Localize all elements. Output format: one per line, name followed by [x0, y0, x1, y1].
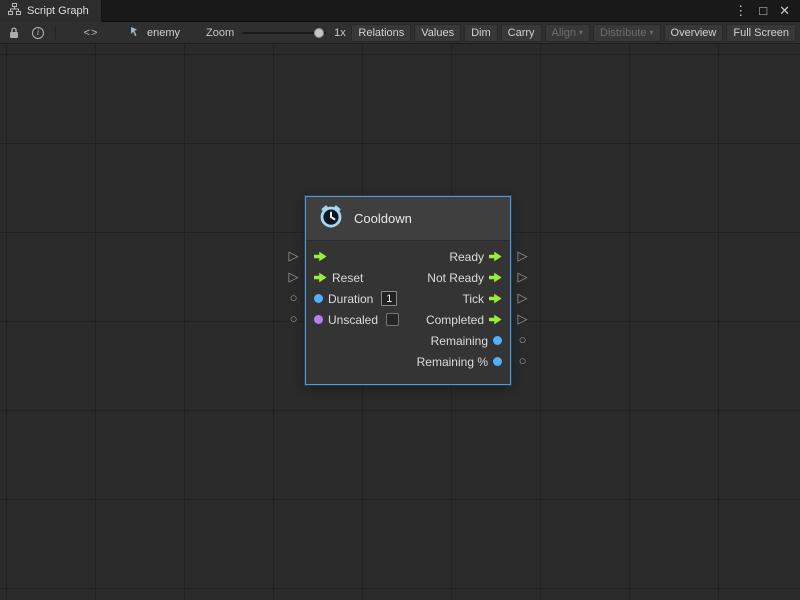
graph-toolbar: i <> enemy Zoom 1x Relations — [0, 22, 800, 44]
values-button[interactable]: Values — [414, 24, 461, 42]
value-port-icon — [493, 336, 502, 345]
carry-button[interactable]: Carry — [501, 24, 542, 42]
boolean-port-icon — [314, 315, 323, 324]
graph-breadcrumb[interactable]: enemy — [130, 26, 180, 40]
node-header[interactable]: Cooldown — [306, 197, 510, 241]
script-graph-window: Script Graph ⋮ □ ✕ i <> — [0, 0, 800, 600]
overview-button[interactable]: Overview — [664, 24, 724, 42]
port-label: Remaining — [431, 334, 488, 348]
port-label: Completed — [426, 313, 484, 327]
flow-port-icon — [489, 293, 502, 304]
port-not-ready[interactable]: Not Ready — [414, 267, 505, 288]
flow-port-icon — [489, 314, 502, 325]
flow-input-connector[interactable]: ▷ — [287, 270, 300, 283]
unscaled-checkbox[interactable] — [386, 313, 399, 326]
dim-button[interactable]: Dim — [464, 24, 498, 42]
alarm-clock-icon — [318, 203, 344, 234]
zoom-slider-handle[interactable] — [314, 28, 324, 38]
maximize-icon[interactable]: □ — [759, 4, 767, 17]
tab-title: Script Graph — [27, 5, 89, 17]
port-label: Not Ready — [427, 271, 484, 285]
flow-input-connector[interactable]: ▷ — [287, 249, 300, 262]
port-label: Remaining % — [417, 355, 488, 369]
info-icon[interactable]: i — [27, 24, 49, 42]
value-output-connector[interactable]: ○ — [516, 333, 529, 346]
port-reset[interactable]: Reset — [311, 267, 402, 288]
port-unscaled[interactable]: Unscaled — [311, 309, 402, 330]
zoom-slider[interactable] — [242, 32, 326, 34]
titlebar: Script Graph ⋮ □ ✕ — [0, 0, 800, 22]
value-input-connector[interactable]: ○ — [287, 291, 300, 304]
graph-name-label: enemy — [147, 27, 180, 39]
relations-button[interactable]: Relations — [351, 24, 411, 42]
align-dropdown[interactable]: Align ▾ — [545, 24, 590, 42]
code-icon[interactable]: <> — [80, 24, 102, 42]
zoom-label: Zoom — [206, 27, 234, 39]
script-graph-icon — [8, 3, 21, 18]
flow-output-connector[interactable]: ▷ — [516, 291, 529, 304]
value-output-connector[interactable]: ○ — [516, 354, 529, 367]
node-title: Cooldown — [354, 211, 412, 226]
port-ready[interactable]: Ready — [414, 246, 505, 267]
port-label: Ready — [449, 250, 484, 264]
flow-output-connector[interactable]: ▷ — [516, 270, 529, 283]
duration-field[interactable] — [381, 291, 397, 306]
port-remaining-percent[interactable]: Remaining % — [414, 351, 505, 372]
port-duration[interactable]: Duration — [311, 288, 402, 309]
port-label: Duration — [328, 292, 373, 306]
chevron-down-icon: ▾ — [579, 29, 583, 37]
kebab-menu-icon[interactable]: ⋮ — [734, 4, 747, 17]
lock-icon[interactable] — [3, 24, 25, 42]
flow-output-connector[interactable]: ▷ — [516, 249, 529, 262]
node-ports: Reset Duration Unscaled — [306, 241, 510, 384]
chevron-down-icon: ▾ — [650, 29, 654, 37]
flow-port-icon — [314, 251, 327, 262]
graph-asset-icon — [130, 26, 142, 40]
window-controls: ⋮ □ ✕ — [734, 4, 800, 17]
port-invoke[interactable] — [311, 246, 402, 267]
graph-canvas[interactable]: ▷ ▷ ○ ○ ▷ ▷ ▷ ▷ ○ ○ — [0, 44, 800, 600]
port-remaining[interactable]: Remaining — [414, 330, 505, 351]
flow-port-icon — [314, 272, 327, 283]
tab-script-graph[interactable]: Script Graph — [0, 0, 102, 22]
flow-port-icon — [489, 251, 502, 262]
value-port-icon — [314, 294, 323, 303]
zoom-value: 1x — [334, 27, 346, 39]
value-input-connector[interactable]: ○ — [287, 312, 300, 325]
port-label: Tick — [462, 292, 484, 306]
flow-output-connector[interactable]: ▷ — [516, 312, 529, 325]
zoom-control: Zoom 1x — [206, 27, 346, 39]
distribute-dropdown[interactable]: Distribute ▾ — [593, 24, 660, 42]
output-ports: Ready Not Ready Tick — [414, 246, 505, 372]
port-tick[interactable]: Tick — [414, 288, 505, 309]
port-label: Unscaled — [328, 313, 378, 327]
toolbar-separator — [55, 26, 56, 40]
input-ports: Reset Duration Unscaled — [311, 246, 402, 372]
cooldown-node[interactable]: ▷ ▷ ○ ○ ▷ ▷ ▷ ▷ ○ ○ — [305, 196, 511, 385]
full-screen-button[interactable]: Full Screen — [726, 24, 796, 42]
flow-port-icon — [489, 272, 502, 283]
port-label: Reset — [332, 271, 363, 285]
toolbar-buttons: Relations Values Dim Carry Align ▾ Distr… — [351, 24, 797, 42]
close-icon[interactable]: ✕ — [779, 4, 790, 17]
value-port-icon — [493, 357, 502, 366]
port-completed[interactable]: Completed — [414, 309, 505, 330]
